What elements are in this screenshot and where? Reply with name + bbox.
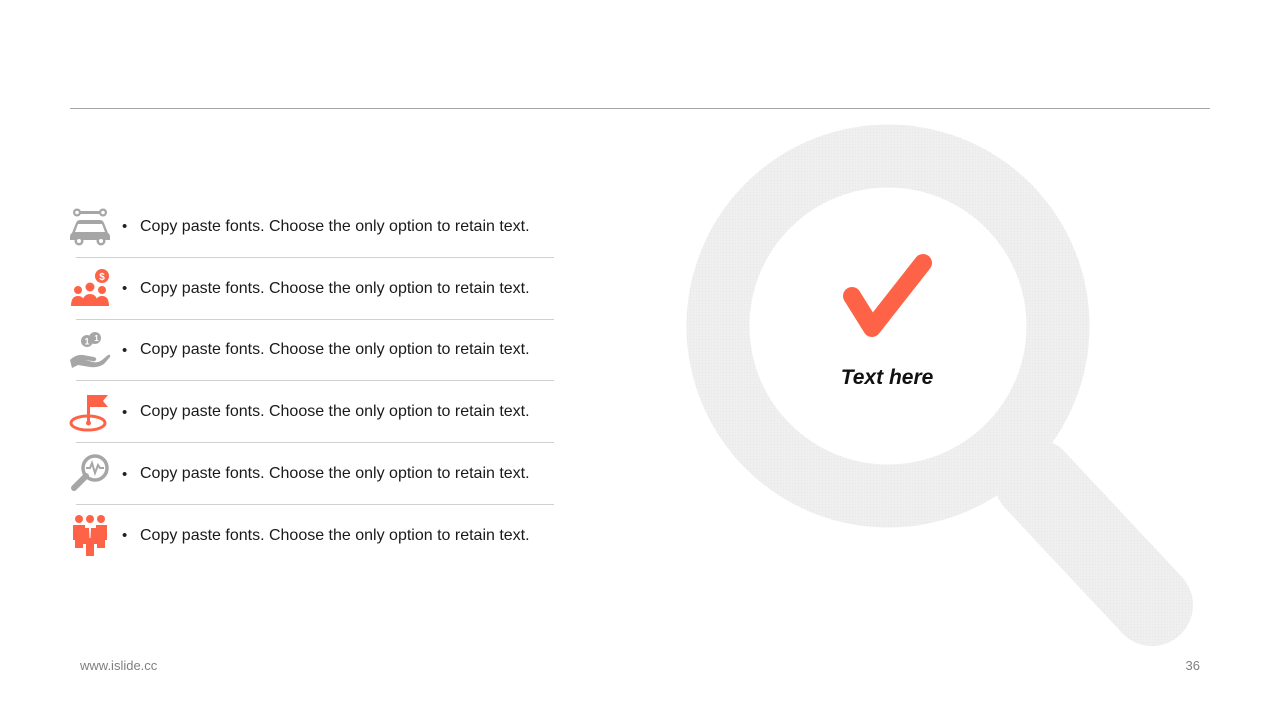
list-item: • Copy paste fonts. Choose the only opti… (66, 505, 556, 567)
list-item-text: Copy paste fonts. Choose the only option… (140, 465, 530, 483)
list-item-text: Copy paste fonts. Choose the only option… (140, 217, 530, 235)
bullet-marker: • (122, 280, 128, 298)
list-item: • Copy paste fonts. Choose the only opti… (66, 381, 556, 444)
top-divider (70, 108, 1210, 109)
list-item: $ • Copy paste fonts. Choose the only op… (66, 258, 556, 320)
slide: • Copy paste fonts. Choose the only opti… (0, 0, 1280, 720)
list-item: • Copy paste fonts. Choose the only opti… (66, 196, 556, 258)
list-item-text: Copy paste fonts. Choose the only option… (140, 526, 530, 544)
list-item-text: Copy paste fonts. Choose the only option… (140, 403, 530, 421)
bullet-marker: • (122, 218, 128, 236)
svg-text:$: $ (99, 272, 105, 283)
bullet-list: • Copy paste fonts. Choose the only opti… (66, 196, 556, 567)
car-wrench-icon (66, 203, 114, 251)
list-item: • Copy paste fonts. Choose the only opti… (66, 443, 556, 505)
center-label: Text here (840, 366, 934, 389)
list-item: 1 1 • Copy paste fonts. Choose the only … (66, 320, 556, 382)
flag-target-icon (66, 388, 114, 436)
list-item-text: Copy paste fonts. Choose the only option… (140, 341, 530, 359)
bullet-marker: • (122, 465, 128, 483)
svg-text:1: 1 (94, 334, 99, 343)
footer-website: www.islide.cc (80, 658, 158, 673)
list-item-text: Copy paste fonts. Choose the only option… (140, 279, 530, 297)
magnifier-pulse-icon (66, 450, 114, 498)
team-dollar-icon: $ (66, 265, 114, 313)
svg-text:1: 1 (84, 337, 89, 347)
business-team-icon (66, 512, 114, 560)
bullet-marker: • (122, 341, 128, 359)
bullet-marker: • (122, 527, 128, 545)
bullet-marker: • (122, 403, 128, 421)
hand-coins-icon: 1 1 (66, 326, 114, 374)
page-number: 36 (1185, 658, 1200, 673)
